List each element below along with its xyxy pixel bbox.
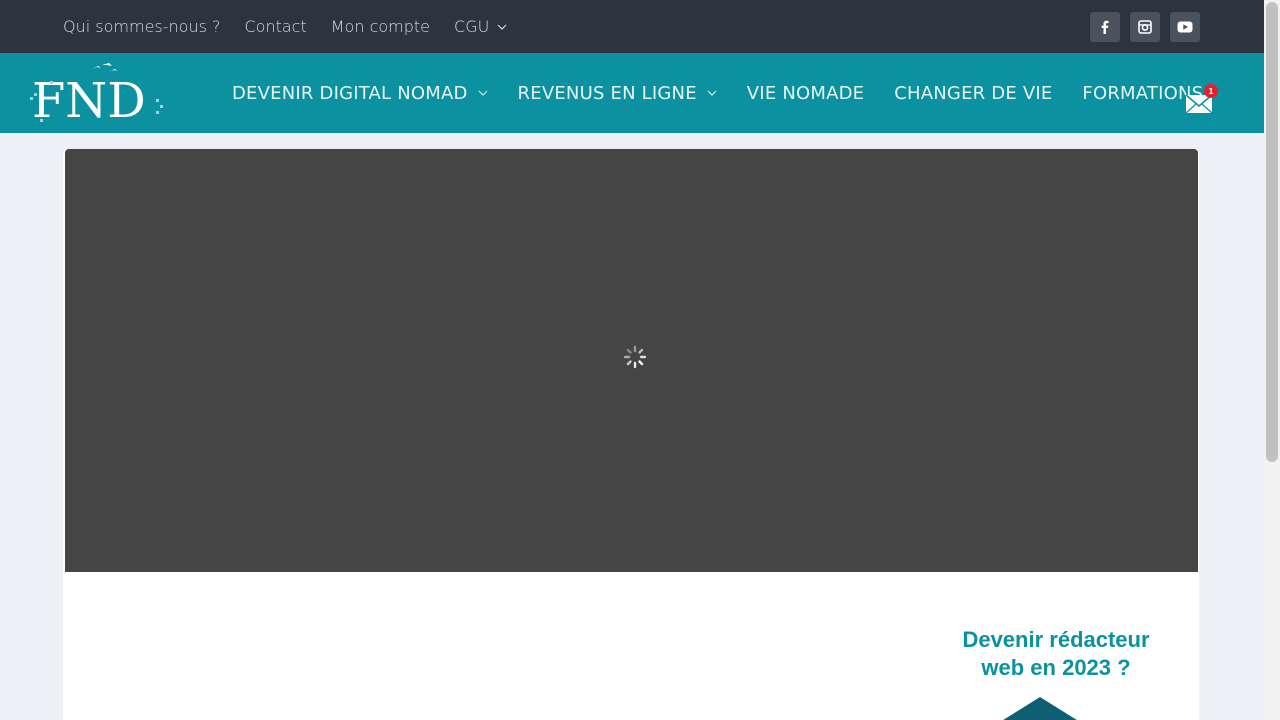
nav-item-revenus-en-ligne[interactable]: REVENUS EN LIGNE [518,83,717,104]
facebook-icon[interactable] [1090,12,1120,42]
top-link-contact[interactable]: Contact [245,17,307,36]
top-link-account[interactable]: Mon compte [331,17,430,36]
site-logo[interactable]: FND [30,61,165,129]
nav-item-label: VIE NOMADE [746,82,865,104]
promo-widget[interactable]: Devenir rédacteur web en 2023 ? [930,626,1182,682]
top-link-cgu-label: CGU [454,17,490,36]
chevron-down-icon [497,24,507,30]
promo-title-line1: Devenir rédacteur [962,627,1150,652]
top-link-about[interactable]: Qui sommes-nous ? [63,17,221,36]
nav-item-vie-nomade[interactable]: VIE NOMADE [747,83,864,104]
chevron-down-icon [478,90,488,96]
nav-menu: DEVENIR DIGITAL NOMAD REVENUS EN LIGNE V… [232,53,1233,133]
youtube-icon[interactable] [1170,12,1200,42]
top-link-cgu[interactable]: CGU [454,17,507,36]
loading-spinner-icon [623,345,647,369]
nav-item-label: CHANGER DE VIE [894,82,1053,104]
nav-item-changer-de-vie[interactable]: CHANGER DE VIE [894,83,1052,104]
mail-icon[interactable]: 1 [1185,84,1219,116]
logo-text: FND [32,73,146,125]
scrollbar-thumb[interactable] [1266,2,1278,462]
top-link-contact-label: Contact [244,17,307,36]
scrollbar[interactable] [1264,0,1280,720]
promo-badge-graphic [1000,697,1080,720]
nav-item-label: REVENUS EN LIGNE [517,82,697,104]
chevron-down-icon [707,90,717,96]
top-link-about-label: Qui sommes-nous ? [63,17,221,36]
social-links [1090,12,1200,42]
notification-badge: 1 [1204,84,1218,98]
nav-item-devenir-digital-nomad[interactable]: DEVENIR DIGITAL NOMAD [232,83,488,104]
top-links: Qui sommes-nous ? Contact Mon compte CGU [63,0,531,53]
top-bar: Qui sommes-nous ? Contact Mon compte CGU [0,0,1264,53]
nav-item-label: DEVENIR DIGITAL NOMAD [232,82,468,104]
promo-title-line2: web en 2023 ? [981,655,1131,680]
main-nav: FND DEVENIR DIGITAL NOMAD REVENUS EN LIG… [0,53,1264,133]
hero-slider[interactable] [65,149,1198,572]
instagram-icon[interactable] [1130,12,1160,42]
top-link-account-label: Mon compte [330,17,431,36]
